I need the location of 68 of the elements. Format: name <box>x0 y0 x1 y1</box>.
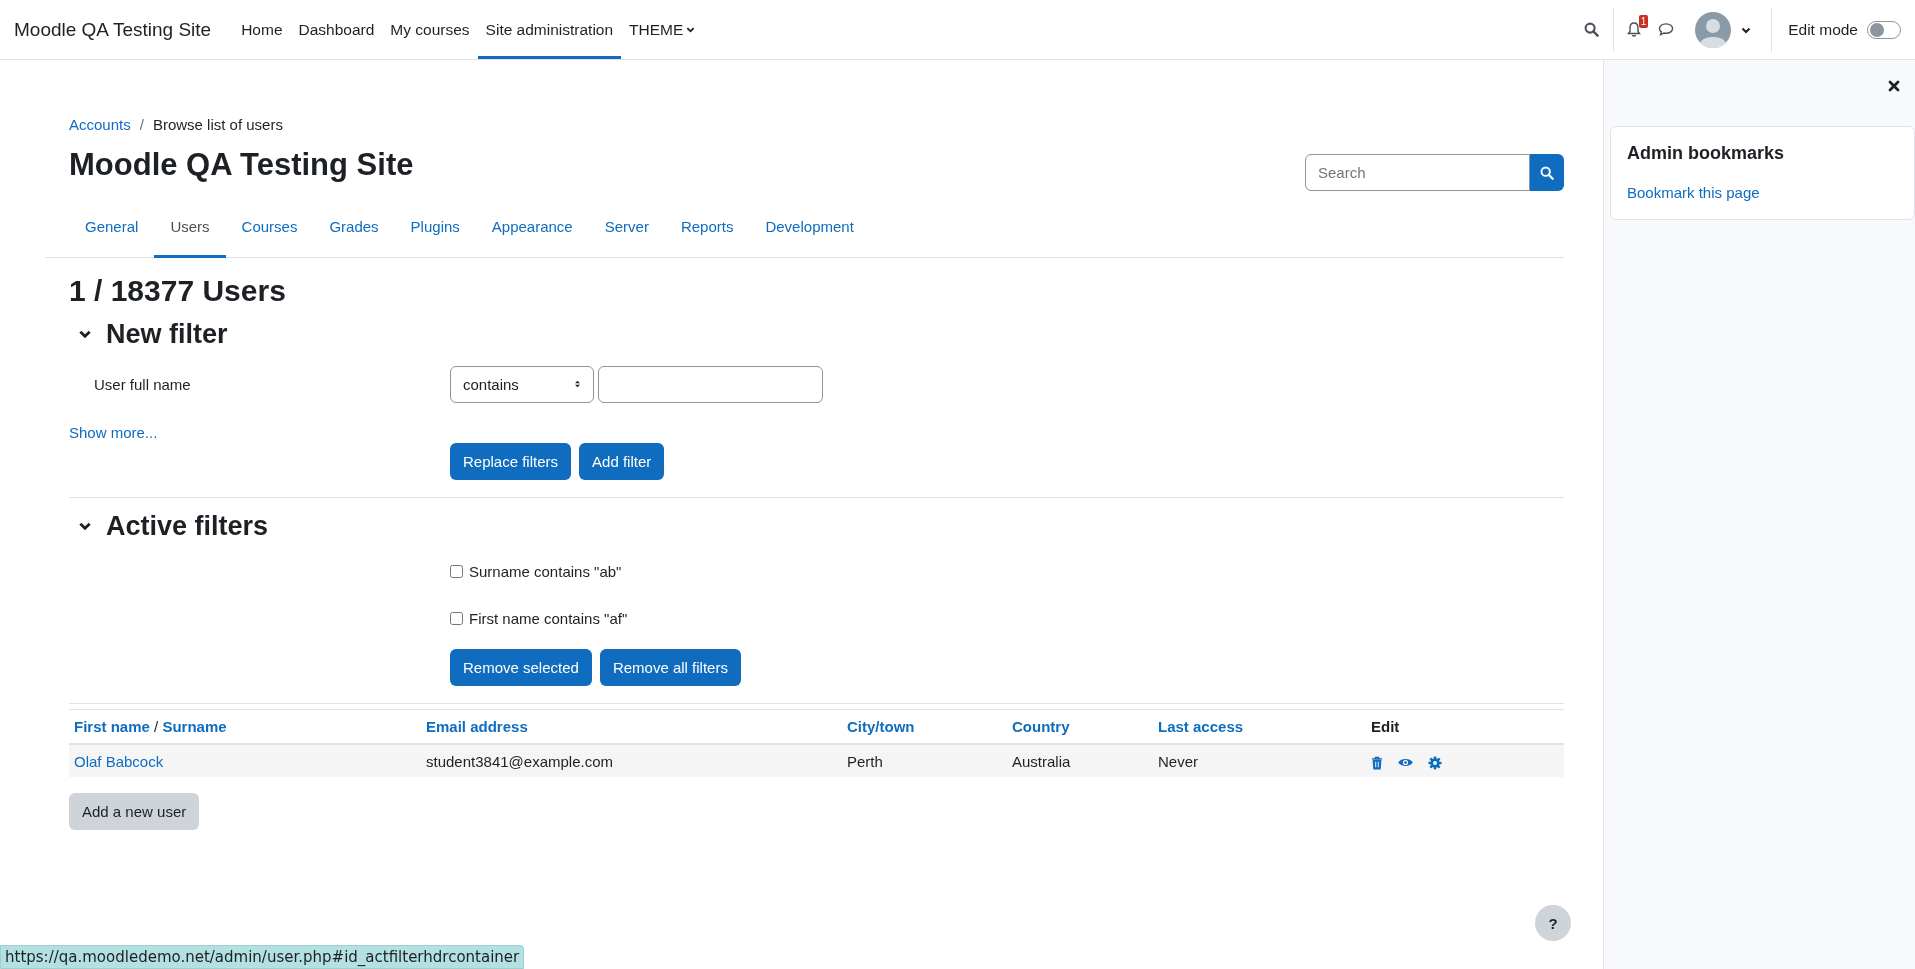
table-cell: Australia <box>1012 752 1071 770</box>
search-icon <box>1540 165 1554 180</box>
section-heading: Active filters <box>106 510 269 542</box>
tab[interactable]: Reports <box>664 201 750 258</box>
nav-link[interactable]: Dashboard <box>290 0 383 59</box>
column-sort-link[interactable]: Surname <box>162 718 227 735</box>
caret-icon[interactable] <box>686 25 696 34</box>
sort-arrows-icon <box>574 379 581 389</box>
filter-button[interactable]: Remove selected <box>450 649 592 686</box>
column-header: Edit <box>1371 718 1400 735</box>
section-heading: New filter <box>106 318 228 350</box>
column-sort-link[interactable]: First name <box>74 718 150 735</box>
nav-link[interactable]: My courses <box>382 0 478 59</box>
operator-select[interactable]: contains <box>450 365 594 403</box>
breadcrumb-link[interactable]: Accounts <box>69 116 131 133</box>
notification-count-badge: 1 <box>1638 15 1649 28</box>
bookmark-link[interactable]: Bookmark this page <box>1627 184 1760 201</box>
page-title: Moodle QA Testing Site <box>69 147 414 183</box>
show-more-link[interactable]: Show more... <box>69 424 1564 441</box>
tab[interactable]: Courses <box>225 201 314 258</box>
users-count-heading: 1 / 18377 Users <box>69 274 287 308</box>
bell-icon[interactable] <box>1626 21 1643 38</box>
table-cell: student3841@example.com <box>426 752 613 770</box>
help-button[interactable]: ? <box>1535 905 1571 941</box>
nav-link[interactable]: Home <box>233 0 291 59</box>
close-icon[interactable] <box>1888 80 1900 92</box>
chat-bubble-icon[interactable] <box>1657 22 1676 37</box>
search-field[interactable]: Search <box>1305 154 1530 191</box>
column-separator: / <box>154 718 159 735</box>
column-sort-link[interactable]: Last access <box>1158 718 1244 735</box>
settings-icon[interactable] <box>1428 755 1443 770</box>
tab[interactable]: Users <box>154 201 226 258</box>
search-icon[interactable] <box>1584 22 1600 37</box>
edit-mode-label: Edit mode <box>1788 20 1858 39</box>
table-cell: Never <box>1158 752 1198 770</box>
tab[interactable]: Plugins <box>394 201 476 258</box>
nav-link[interactable]: THEME <box>621 0 704 59</box>
tab[interactable]: Appearance <box>475 201 589 258</box>
table-cell: Perth <box>847 752 883 770</box>
filter-button[interactable]: Add filter <box>579 443 665 480</box>
column-sort-link[interactable]: Email address <box>426 718 528 735</box>
tab[interactable]: General <box>69 201 155 258</box>
filter-label: First name contains "af" <box>469 609 628 627</box>
tab[interactable]: Grades <box>313 201 395 258</box>
tab[interactable]: Server <box>588 201 665 258</box>
filter-checkbox[interactable] <box>450 611 463 625</box>
column-sort-link[interactable]: Country <box>1012 718 1070 735</box>
filter-value-field[interactable] <box>598 365 823 403</box>
field-label: User full name <box>93 375 192 393</box>
filter-button[interactable]: Replace filters <box>450 443 572 480</box>
user-name-link[interactable]: Olaf Babcock <box>74 752 164 770</box>
search-button[interactable] <box>1530 154 1564 191</box>
edit-mode-toggle[interactable] <box>1867 20 1901 39</box>
filter-button[interactable]: Remove all filters <box>599 649 741 686</box>
breadcrumb-separator: / <box>139 116 144 133</box>
status-bar-url: https://qa.moodledemo.net/admin/user.php#id_actfilterhdrcontainer <box>0 945 525 969</box>
site-name[interactable]: Moodle QA Testing Site <box>14 18 212 41</box>
card-title: Admin bookmarks <box>1627 143 1786 164</box>
column-sort-link[interactable]: City/town <box>847 718 915 735</box>
add-user-button[interactable]: Add a new user <box>69 793 200 830</box>
filter-checkbox[interactable] <box>450 564 463 578</box>
trash-icon[interactable] <box>1371 755 1383 770</box>
eye-icon[interactable] <box>1397 757 1415 768</box>
user-avatar[interactable] <box>1695 11 1732 48</box>
breadcrumb-current: Browse list of users <box>152 116 283 133</box>
nav-link[interactable]: Site administration <box>477 0 622 59</box>
filter-label: Surname contains "ab" <box>469 562 622 580</box>
tab[interactable]: Development <box>749 201 870 258</box>
